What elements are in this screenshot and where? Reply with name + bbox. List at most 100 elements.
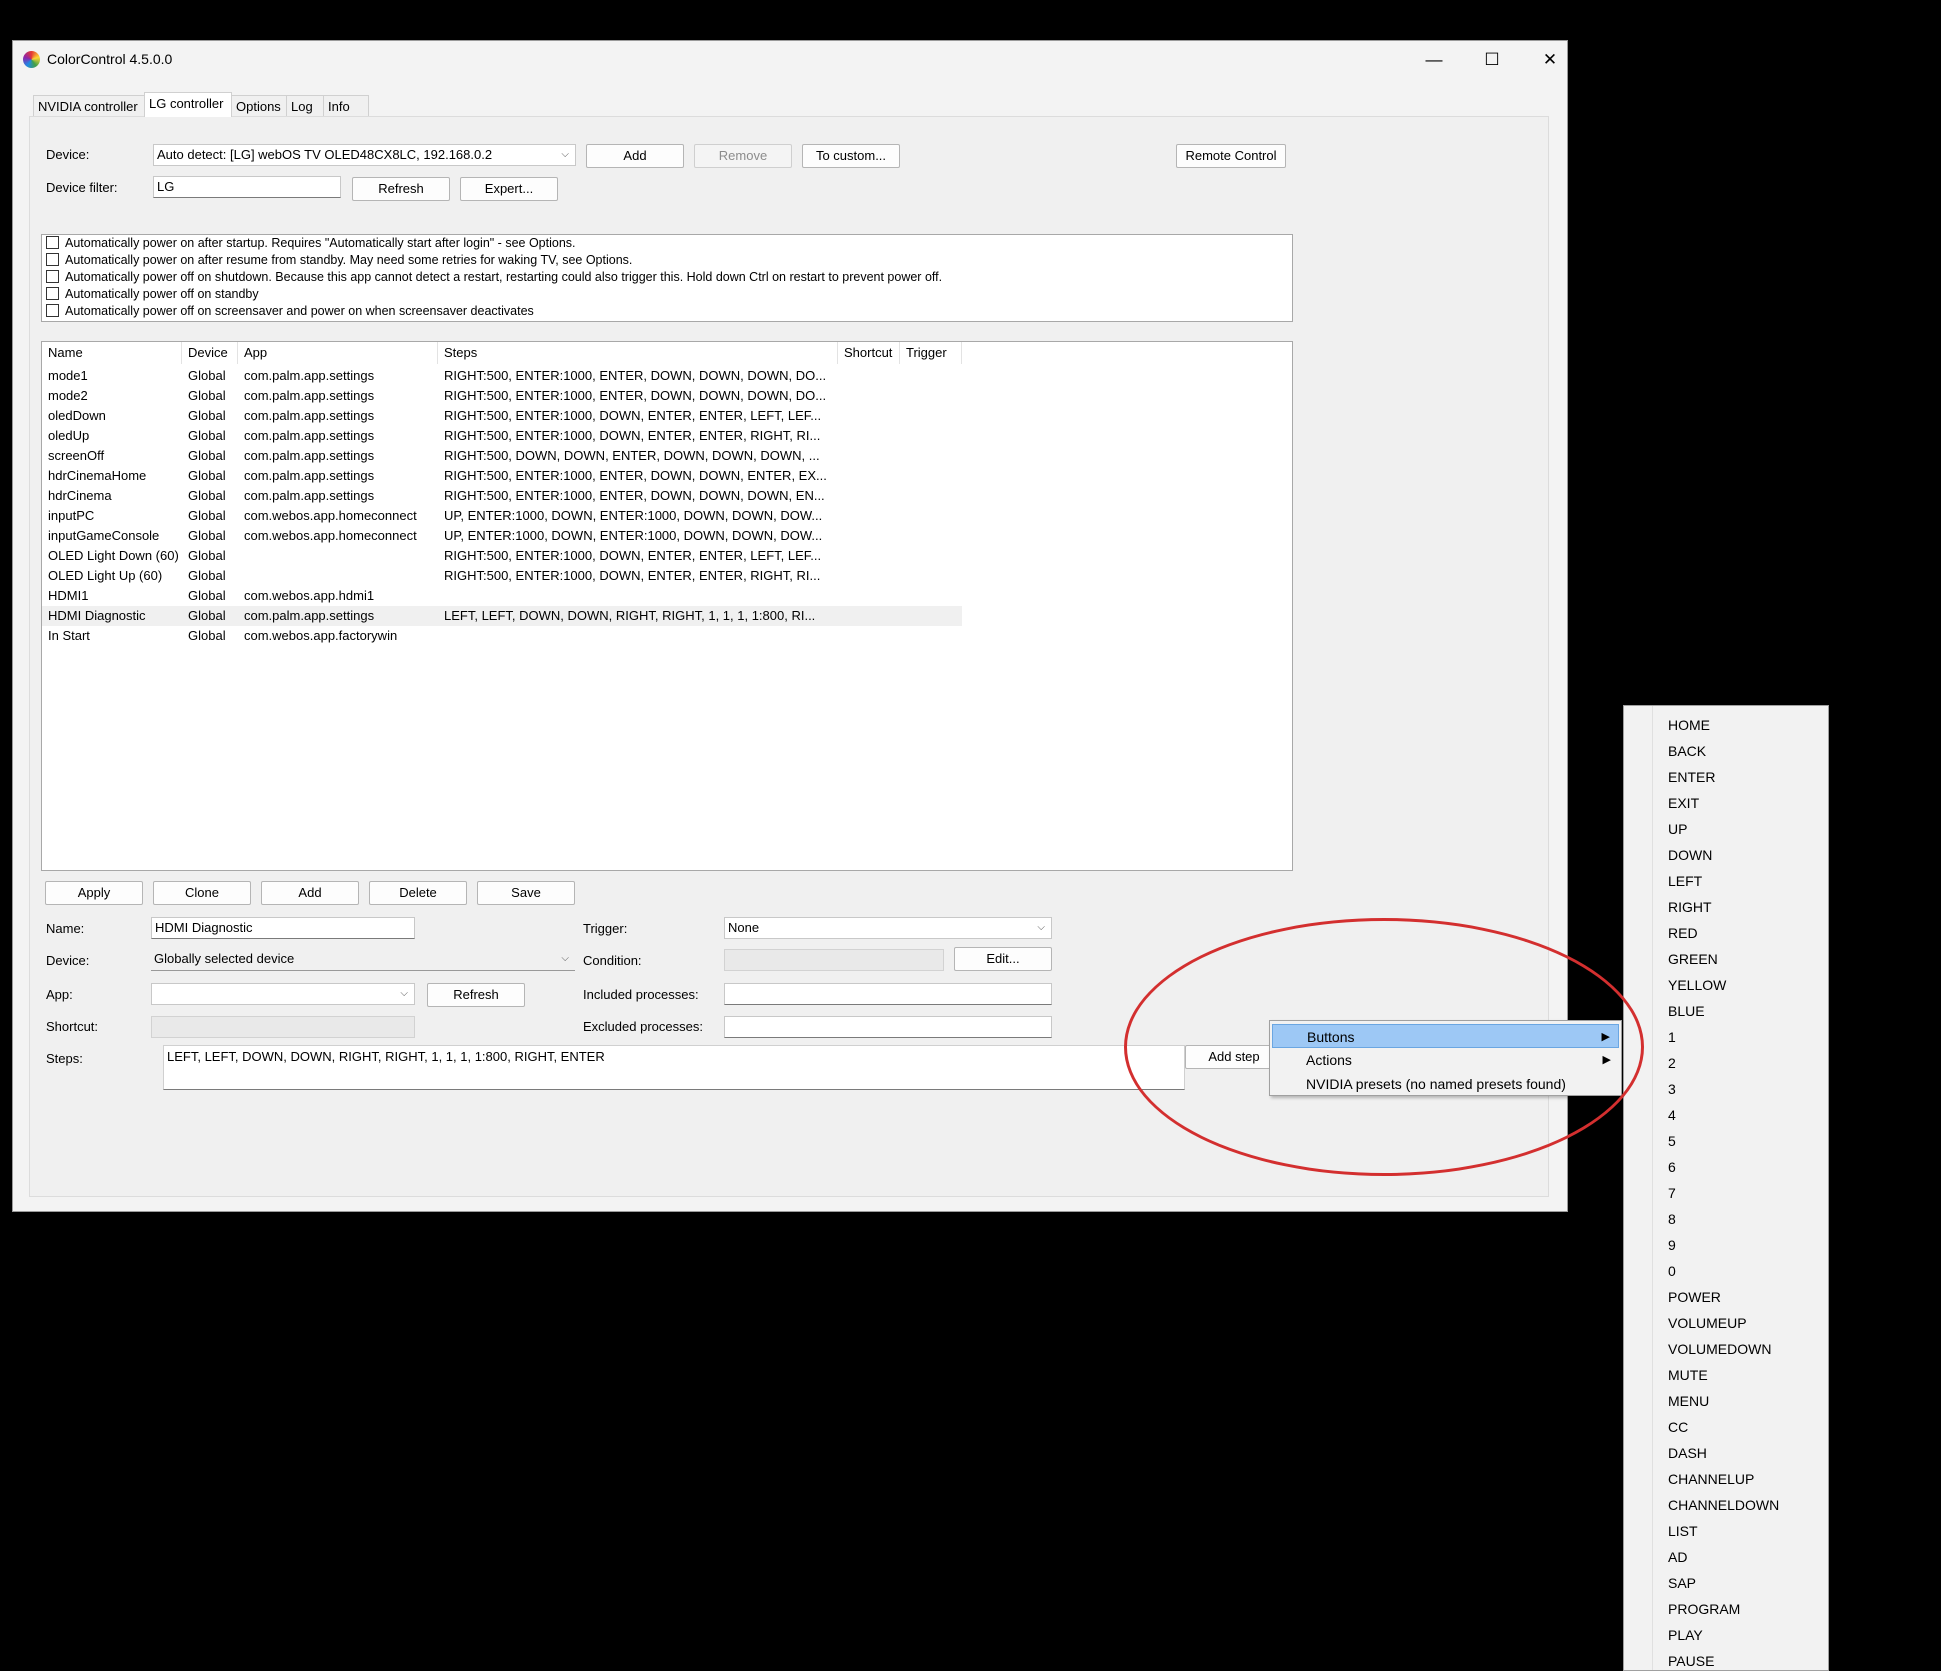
apply-button[interactable]: Apply [45,881,143,905]
submenu-item[interactable]: 4 [1668,1102,1676,1128]
table-row[interactable]: OLED Light Up (60) Global RIGHT:500, ENTER… [42,566,962,586]
included-processes-input[interactable] [724,983,1052,1005]
expert-button[interactable]: Expert... [460,177,558,201]
submenu-item[interactable]: BLUE [1668,998,1705,1024]
submenu-item[interactable]: DOWN [1668,842,1712,868]
submenu-item[interactable]: AD [1668,1544,1687,1570]
power-off-standby-option[interactable]: Automatically power off on standby [46,286,259,303]
tab-log[interactable]: Log [286,95,324,117]
submenu-item[interactable]: PROGRAM [1668,1596,1740,1622]
tab-options[interactable]: Options [231,95,287,117]
submenu-item[interactable]: PLAY [1668,1622,1703,1648]
checkbox[interactable] [46,253,59,266]
submenu-item[interactable]: SAP [1668,1570,1696,1596]
submenu-item[interactable]: DASH [1668,1440,1707,1466]
add-preset-button[interactable]: Add [261,881,359,905]
table-row[interactable]: In Start Global com.webos.app.factorywin [42,626,962,646]
tab-lg-controller[interactable]: LG controller [144,92,232,117]
submenu-item[interactable]: LEFT [1668,868,1702,894]
submenu-item[interactable]: YELLOW [1668,972,1726,998]
submenu-item[interactable]: CHANNELUP [1668,1466,1754,1492]
table-row[interactable]: mode2 Global com.palm.app.settings RIGHT:50… [42,386,962,406]
close-button[interactable]: ✕ [1521,41,1579,79]
column-header-name[interactable]: Name [42,342,182,364]
power-off-shutdown-option[interactable]: Automatically power off on shutdown. Bec… [46,269,942,286]
table-row[interactable]: mode1 Global com.palm.app.settings RIGHT:50… [42,366,962,386]
tab-info[interactable]: Info [323,95,369,117]
remove-device-button[interactable]: Remove [694,144,792,168]
table-row[interactable]: inputPC Global com.webos.app.homeconnect UP… [42,506,962,526]
column-header-trigger[interactable]: Trigger [900,342,962,364]
table-row[interactable]: screenOff Global com.palm.app.settings RIGH… [42,446,962,466]
menu-item-buttons[interactable]: Buttons ▶ [1272,1024,1619,1048]
delete-button[interactable]: Delete [369,881,467,905]
submenu-item[interactable]: 3 [1668,1076,1676,1102]
table-row[interactable]: oledUp Global com.palm.app.settings RIGHT:5… [42,426,962,446]
device-select[interactable]: Auto detect: [LG] webOS TV OLED48CX8LC, … [153,144,576,166]
trigger-select[interactable]: None ⌵ [724,917,1052,939]
submenu-item[interactable]: MENU [1668,1388,1709,1414]
refresh-apps-button[interactable]: Refresh [427,983,525,1007]
maximize-button[interactable]: ☐ [1463,41,1521,79]
clone-button[interactable]: Clone [153,881,251,905]
table-row[interactable]: HDMI Diagnostic Global com.palm.app.settin… [42,606,962,626]
device-filter-input[interactable]: LG [153,176,341,198]
to-custom-button[interactable]: To custom... [802,144,900,168]
table-row[interactable]: hdrCinema Global com.palm.app.settings RIGH… [42,486,962,506]
submenu-item[interactable]: 2 [1668,1050,1676,1076]
table-row[interactable]: inputGameConsole Global com.webos.app.home… [42,526,962,546]
preset-device-select[interactable]: Globally selected device ⌵ [151,949,575,971]
submenu-item[interactable]: 6 [1668,1154,1676,1180]
steps-input[interactable]: LEFT, LEFT, DOWN, DOWN, RIGHT, RIGHT, 1,… [163,1045,1185,1090]
submenu-item[interactable]: HOME [1668,712,1710,738]
preset-name-input[interactable]: HDMI Diagnostic [151,917,415,939]
column-header-app[interactable]: App [238,342,438,364]
table-row[interactable]: HDMI1 Global com.webos.app.hdmi1 [42,586,962,606]
power-on-startup-option[interactable]: Automatically power on after startup. Re… [46,235,576,252]
refresh-devices-button[interactable]: Refresh [352,177,450,201]
checkbox[interactable] [46,287,59,300]
column-header-device[interactable]: Device [182,342,238,364]
checkbox[interactable] [46,236,59,249]
submenu-item[interactable]: UP [1668,816,1687,842]
submenu-item[interactable]: PAUSE [1668,1648,1714,1670]
column-header-steps[interactable]: Steps [438,342,838,364]
submenu-item[interactable]: 7 [1668,1180,1676,1206]
condition-input[interactable] [724,949,944,971]
submenu-item[interactable]: 5 [1668,1128,1676,1154]
submenu-item[interactable]: VOLUMEDOWN [1668,1336,1771,1362]
table-row[interactable]: OLED Light Down (60) Global RIGHT:500, ENT… [42,546,962,566]
table-row[interactable]: oledDown Global com.palm.app.settings RIGHT… [42,406,962,426]
submenu-item[interactable]: EXIT [1668,790,1699,816]
submenu-item[interactable]: LIST [1668,1518,1698,1544]
add-device-button[interactable]: Add [586,144,684,168]
submenu-item[interactable]: RIGHT [1668,894,1712,920]
menu-item-nvidia-presets[interactable]: NVIDIA presets (no named presets found) [1272,1072,1619,1096]
table-row[interactable]: hdrCinemaHome Global com.palm.app.settings… [42,466,962,486]
minimize-button[interactable]: — [1405,41,1463,79]
column-header-shortcut[interactable]: Shortcut [838,342,900,364]
app-select[interactable]: ⌵ [151,983,415,1005]
power-screensaver-option[interactable]: Automatically power off on screensaver a… [46,303,534,320]
power-on-resume-option[interactable]: Automatically power on after resume from… [46,252,632,269]
submenu-item[interactable]: BACK [1668,738,1706,764]
menu-item-actions[interactable]: Actions ▶ [1272,1048,1619,1072]
submenu-item[interactable]: 8 [1668,1206,1676,1232]
submenu-item[interactable]: CHANNELDOWN [1668,1492,1779,1518]
checkbox[interactable] [46,304,59,317]
submenu-item[interactable]: VOLUMEUP [1668,1310,1747,1336]
submenu-item[interactable]: RED [1668,920,1698,946]
excluded-processes-input[interactable] [724,1016,1052,1038]
shortcut-input[interactable] [151,1016,415,1038]
submenu-item[interactable]: CC [1668,1414,1688,1440]
checkbox[interactable] [46,270,59,283]
submenu-item[interactable]: 9 [1668,1232,1676,1258]
save-button[interactable]: Save [477,881,575,905]
submenu-item[interactable]: MUTE [1668,1362,1708,1388]
submenu-item[interactable]: ENTER [1668,764,1715,790]
submenu-item[interactable]: POWER [1668,1284,1721,1310]
remote-control-button[interactable]: Remote Control [1176,144,1286,168]
edit-condition-button[interactable]: Edit... [954,947,1052,971]
submenu-item[interactable]: GREEN [1668,946,1718,972]
submenu-item[interactable]: 1 [1668,1024,1676,1050]
